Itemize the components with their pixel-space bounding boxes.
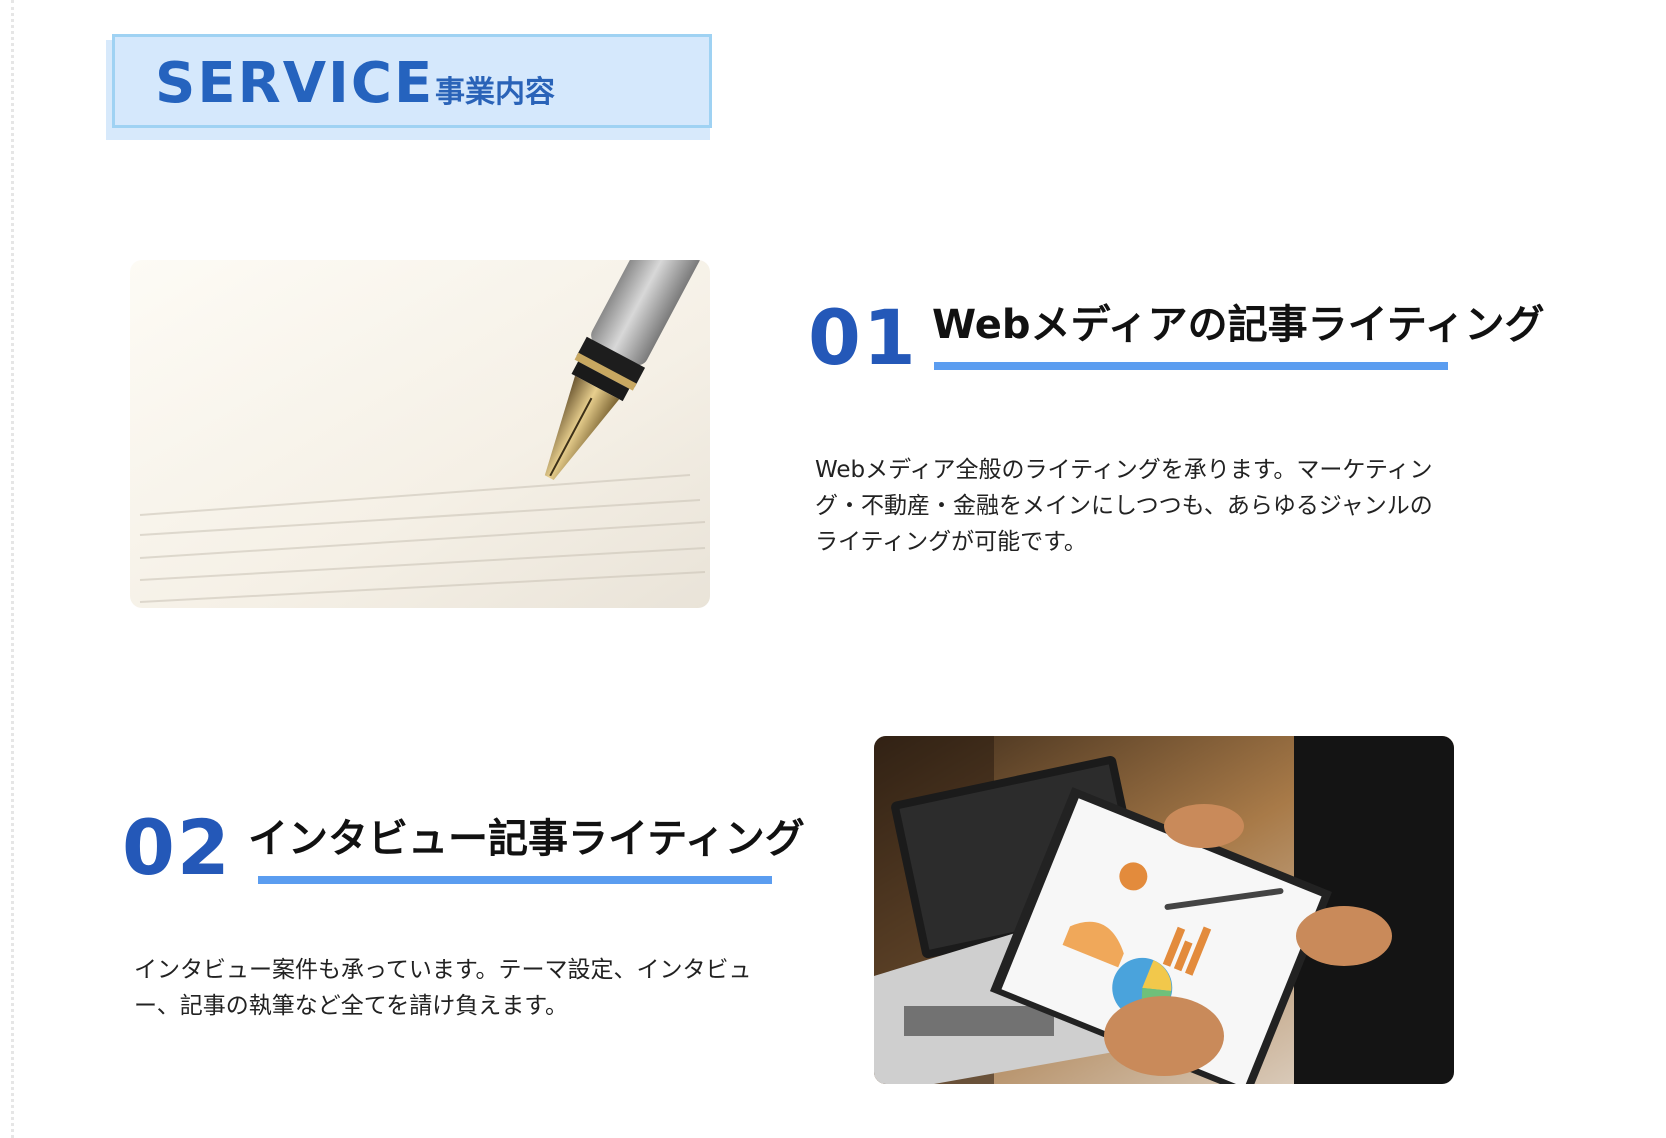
service-02-description: インタビュー案件も承っています。テーマ設定、インタビュー、記事の執筆など全てを請… [134, 957, 752, 1019]
dotted-divider [11, 0, 14, 1138]
service-02-number: 02 [122, 803, 232, 892]
service-01-number: 01 [808, 293, 918, 382]
service-02-title-underline [258, 876, 772, 884]
service-01-title: Webメディアの記事ライティング [932, 302, 1545, 348]
section-heading: SERVICE 事業内容 [106, 34, 718, 140]
heading-box: SERVICE 事業内容 [112, 34, 712, 128]
fountain-pen-icon [130, 260, 710, 608]
heading-ja: 事業内容 [435, 75, 555, 110]
service-01-description: Webメディア全般のライティングを承ります。マーケティング・不動産・金融をメイン… [815, 457, 1433, 555]
service-02-image [874, 736, 1454, 1084]
service-page: SERVICE 事業内容 01 Webメディアの記事ライティング Webメディア… [0, 0, 1666, 1138]
service-01-image [130, 260, 710, 608]
business-meeting-icon [874, 736, 1454, 1084]
service-01-title-underline [934, 362, 1448, 370]
heading-en: SERVICE [155, 51, 435, 116]
service-02-title: インタビュー記事ライティング [248, 816, 805, 862]
